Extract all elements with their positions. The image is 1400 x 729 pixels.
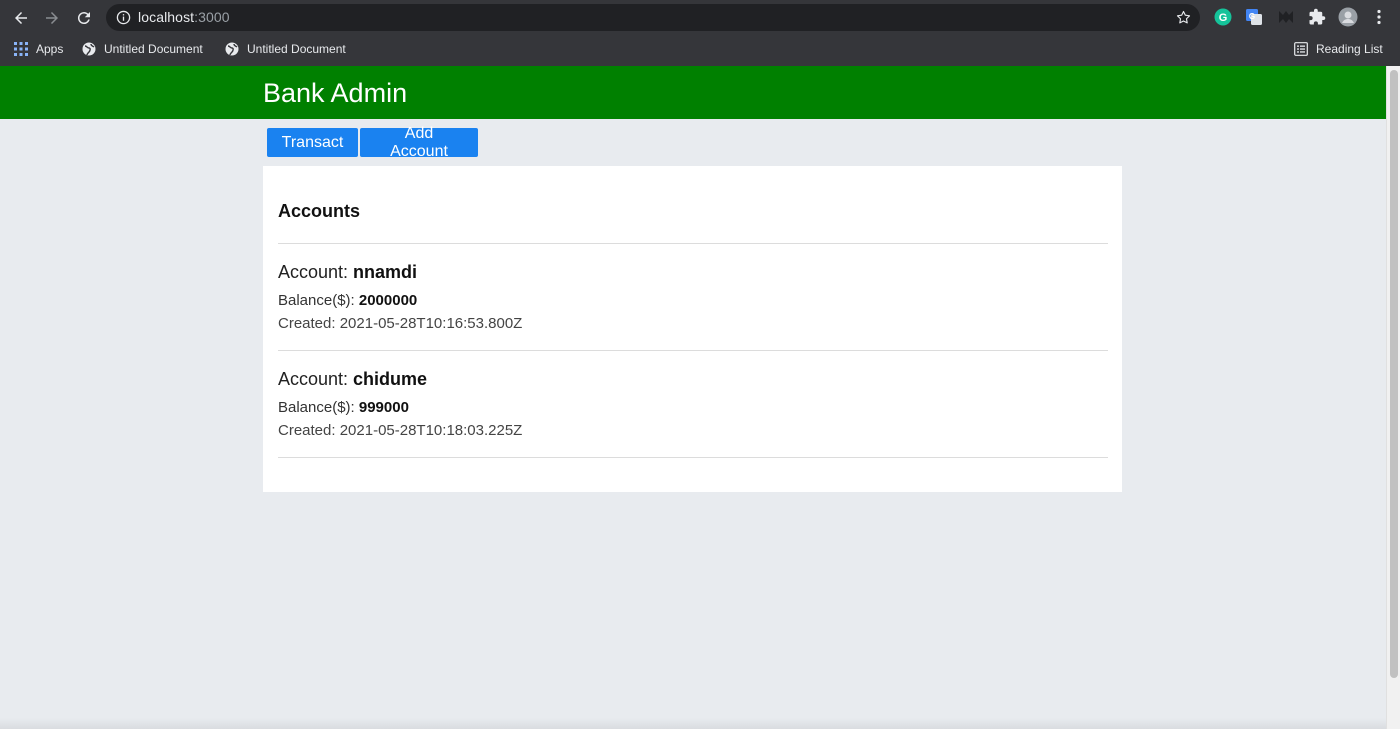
bookmark-untitled-document-1[interactable]: Untitled Document — [82, 40, 203, 58]
account-balance-line: Balance($): 2000000 — [278, 292, 1108, 309]
add-account-button[interactable]: Add Account — [360, 125, 478, 160]
bookmark-label: Untitled Document — [247, 42, 346, 56]
bookmark-untitled-document-2[interactable]: Untitled Document — [225, 40, 346, 58]
page-scrollbar[interactable] — [1386, 66, 1400, 729]
browser-toolbar: localhost:3000 G G — [0, 0, 1400, 35]
svg-text:G: G — [1249, 12, 1255, 21]
info-icon[interactable] — [116, 10, 131, 25]
medium-extension-icon[interactable] — [1277, 8, 1295, 26]
created-label: Created: — [278, 422, 340, 439]
translate-extension-icon[interactable]: G — [1245, 8, 1263, 26]
puzzle-extensions-icon[interactable] — [1308, 8, 1326, 26]
arrow-left-icon — [15, 12, 27, 24]
bookmark-star-icon[interactable] — [1175, 9, 1192, 26]
globe-icon — [82, 42, 96, 56]
bookmark-label: Untitled Document — [104, 42, 203, 56]
url-text[interactable]: localhost:3000 — [138, 9, 230, 25]
account-item: Account: chidume Balance($): 999000 Crea… — [278, 369, 1108, 439]
grammarly-extension-icon[interactable]: G — [1214, 8, 1232, 26]
account-created-line: Created: 2021-05-28T10:18:03.225Z — [278, 422, 1108, 439]
bookmark-apps[interactable]: Apps — [14, 40, 63, 58]
kebab-menu-icon[interactable] — [1370, 8, 1388, 26]
address-bar[interactable]: localhost:3000 — [106, 4, 1200, 31]
app-title: Bank Admin — [263, 78, 408, 108]
reading-list-label: Reading List — [1316, 42, 1383, 56]
forward-button[interactable] — [41, 7, 63, 29]
action-buttons: Transact Add Account — [267, 125, 478, 160]
url-port: :3000 — [194, 9, 230, 25]
account-name: nnamdi — [353, 262, 418, 282]
created-label: Created: — [278, 315, 340, 332]
accounts-card: Accounts Account: nnamdi Balance($): 200… — [263, 166, 1122, 492]
app-header: Bank Admin — [0, 66, 1386, 119]
profile-avatar-icon[interactable] — [1338, 7, 1358, 27]
account-label: Account: — [278, 262, 354, 282]
divider — [278, 350, 1108, 351]
arrow-right-icon — [46, 12, 58, 24]
accounts-heading: Accounts — [278, 201, 361, 221]
reading-list-icon — [1294, 42, 1308, 56]
account-item: Account: nnamdi Balance($): 2000000 Crea… — [278, 262, 1108, 332]
browser-chrome: localhost:3000 G G Apps Untitled Documen… — [0, 0, 1400, 66]
back-button[interactable] — [10, 7, 32, 29]
bookmark-label: Apps — [36, 42, 64, 56]
scrollbar-thumb[interactable] — [1390, 70, 1398, 678]
svg-text:G: G — [1219, 12, 1228, 24]
apps-grid-icon — [14, 42, 28, 56]
reload-icon — [77, 12, 90, 25]
url-host: localhost — [138, 9, 195, 25]
account-created: 2021-05-28T10:18:03.225Z — [339, 422, 523, 439]
account-balance: 2000000 — [358, 292, 418, 309]
account-balance-line: Balance($): 999000 — [278, 399, 1108, 416]
account-label: Account: — [278, 369, 354, 389]
divider — [278, 243, 1108, 244]
transact-button[interactable]: Transact — [267, 128, 358, 157]
account-name-line: Account: nnamdi — [278, 262, 1108, 283]
reading-list-button[interactable]: Reading List — [1294, 40, 1383, 58]
account-created: 2021-05-28T10:16:53.800Z — [339, 315, 523, 332]
divider — [278, 457, 1108, 458]
account-name: chidume — [353, 369, 428, 389]
account-balance: 999000 — [358, 399, 409, 416]
balance-label: Balance($): — [278, 399, 359, 416]
bottom-edge — [0, 718, 1386, 729]
account-created-line: Created: 2021-05-28T10:16:53.800Z — [278, 315, 1108, 332]
reload-button[interactable] — [73, 7, 95, 29]
account-name-line: Account: chidume — [278, 369, 1108, 390]
bookmarks-bar: Apps Untitled Document Untitled Document — [0, 36, 1400, 62]
balance-label: Balance($): — [278, 292, 359, 309]
globe-icon — [225, 42, 239, 56]
